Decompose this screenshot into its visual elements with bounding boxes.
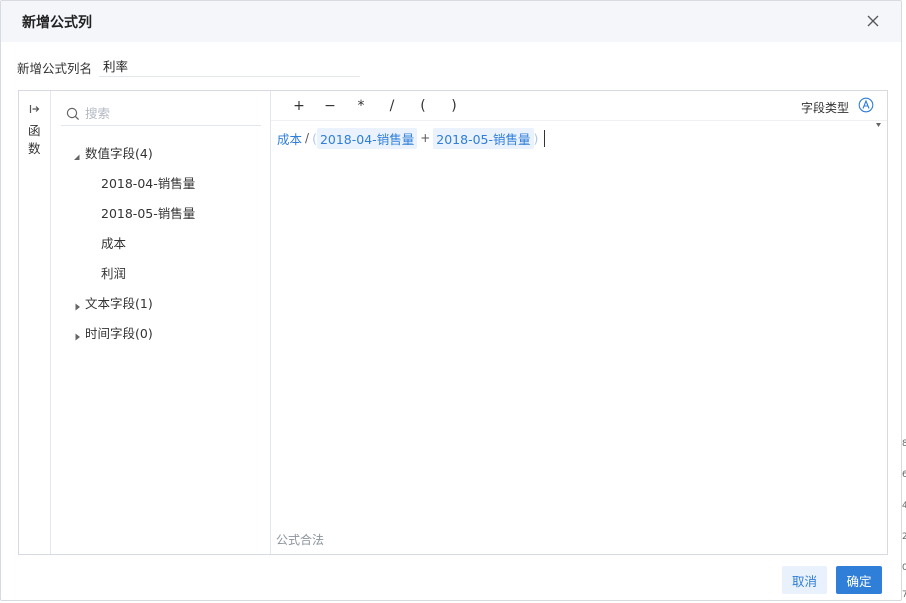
divide-button[interactable]: /	[382, 96, 402, 116]
text-cursor	[544, 129, 546, 147]
formula-editor-panel: 函数 数值字段(4) 2018-04-销售量 2018-05-销售量 成本 利	[18, 90, 888, 555]
tree-group-time[interactable]: 时间字段(0)	[85, 323, 153, 342]
tree-group-numeric[interactable]: 数值字段(4)	[85, 143, 153, 162]
formula-token-paren[interactable]: )	[534, 131, 539, 146]
formula-editor: + − * / ( ) 字段类型 成本 / (2018-04-销售量 + 20…	[271, 91, 887, 554]
column-name-label: 新增公式列名	[17, 61, 93, 76]
chevron-down-icon[interactable]	[876, 112, 881, 127]
tree-item[interactable]: 利润	[101, 263, 126, 282]
formula-token-field[interactable]: 2018-04-销售量	[316, 127, 418, 149]
background-axis-label: 0	[902, 563, 906, 573]
search-input[interactable]	[85, 103, 255, 123]
field-type-label: 字段类型	[801, 101, 850, 115]
search-box	[61, 102, 261, 126]
tree-item[interactable]: 2018-04-销售量	[101, 173, 195, 192]
formula-token-field[interactable]: 成本	[277, 129, 302, 148]
field-tree-pane: 数值字段(4) 2018-04-销售量 2018-05-销售量 成本 利润 文本…	[51, 91, 271, 554]
minus-button[interactable]: −	[320, 96, 340, 116]
multiply-button[interactable]: *	[351, 96, 371, 116]
background-axis-label: 4	[902, 501, 906, 511]
formula-column-dialog: 新增公式列 新增公式列名 函数	[0, 0, 902, 601]
close-icon[interactable]	[864, 12, 882, 30]
cancel-button[interactable]: 取消	[782, 566, 827, 594]
caret-right-icon[interactable]	[74, 326, 82, 341]
background-axis-label: 7	[902, 590, 906, 600]
caret-down-icon[interactable]	[73, 147, 81, 160]
formula-token-operator[interactable]: +	[420, 131, 430, 145]
formula-status: 公式合法	[276, 533, 325, 547]
formula-token-field[interactable]: 2018-05-销售量	[433, 127, 534, 149]
functions-label: 函数	[28, 123, 41, 156]
tree-group-text[interactable]: 文本字段(1)	[85, 293, 153, 312]
search-icon	[66, 106, 80, 121]
tree-item[interactable]: 成本	[101, 233, 126, 252]
plus-button[interactable]: +	[289, 96, 309, 116]
confirm-button[interactable]: 确定	[836, 566, 882, 594]
formula-token-operator[interactable]: /	[305, 131, 309, 145]
dialog-title: 新增公式列	[22, 15, 92, 31]
column-name-input[interactable]	[99, 54, 360, 77]
arrow-right-bar-icon	[29, 100, 41, 113]
background-axis-label: 8	[902, 439, 906, 449]
background-axis-label: 6	[902, 470, 906, 480]
caret-right-icon[interactable]	[74, 296, 82, 311]
open-paren-button[interactable]: (	[413, 96, 433, 116]
formula-expression[interactable]: 成本 / ( 2018-04-销售量 + 2018-05-销售量 )	[277, 127, 546, 149]
background-axis-label: 2	[902, 532, 906, 542]
operator-toolbar: + − * / ( ) 字段类型	[271, 91, 887, 127]
close-paren-button[interactable]: )	[444, 96, 464, 116]
functions-toggle[interactable]: 函数	[19, 91, 51, 554]
tree-item[interactable]: 2018-05-销售量	[101, 203, 195, 222]
circle-a-icon[interactable]	[858, 97, 874, 113]
dialog-header: 新增公式列	[1, 1, 901, 42]
